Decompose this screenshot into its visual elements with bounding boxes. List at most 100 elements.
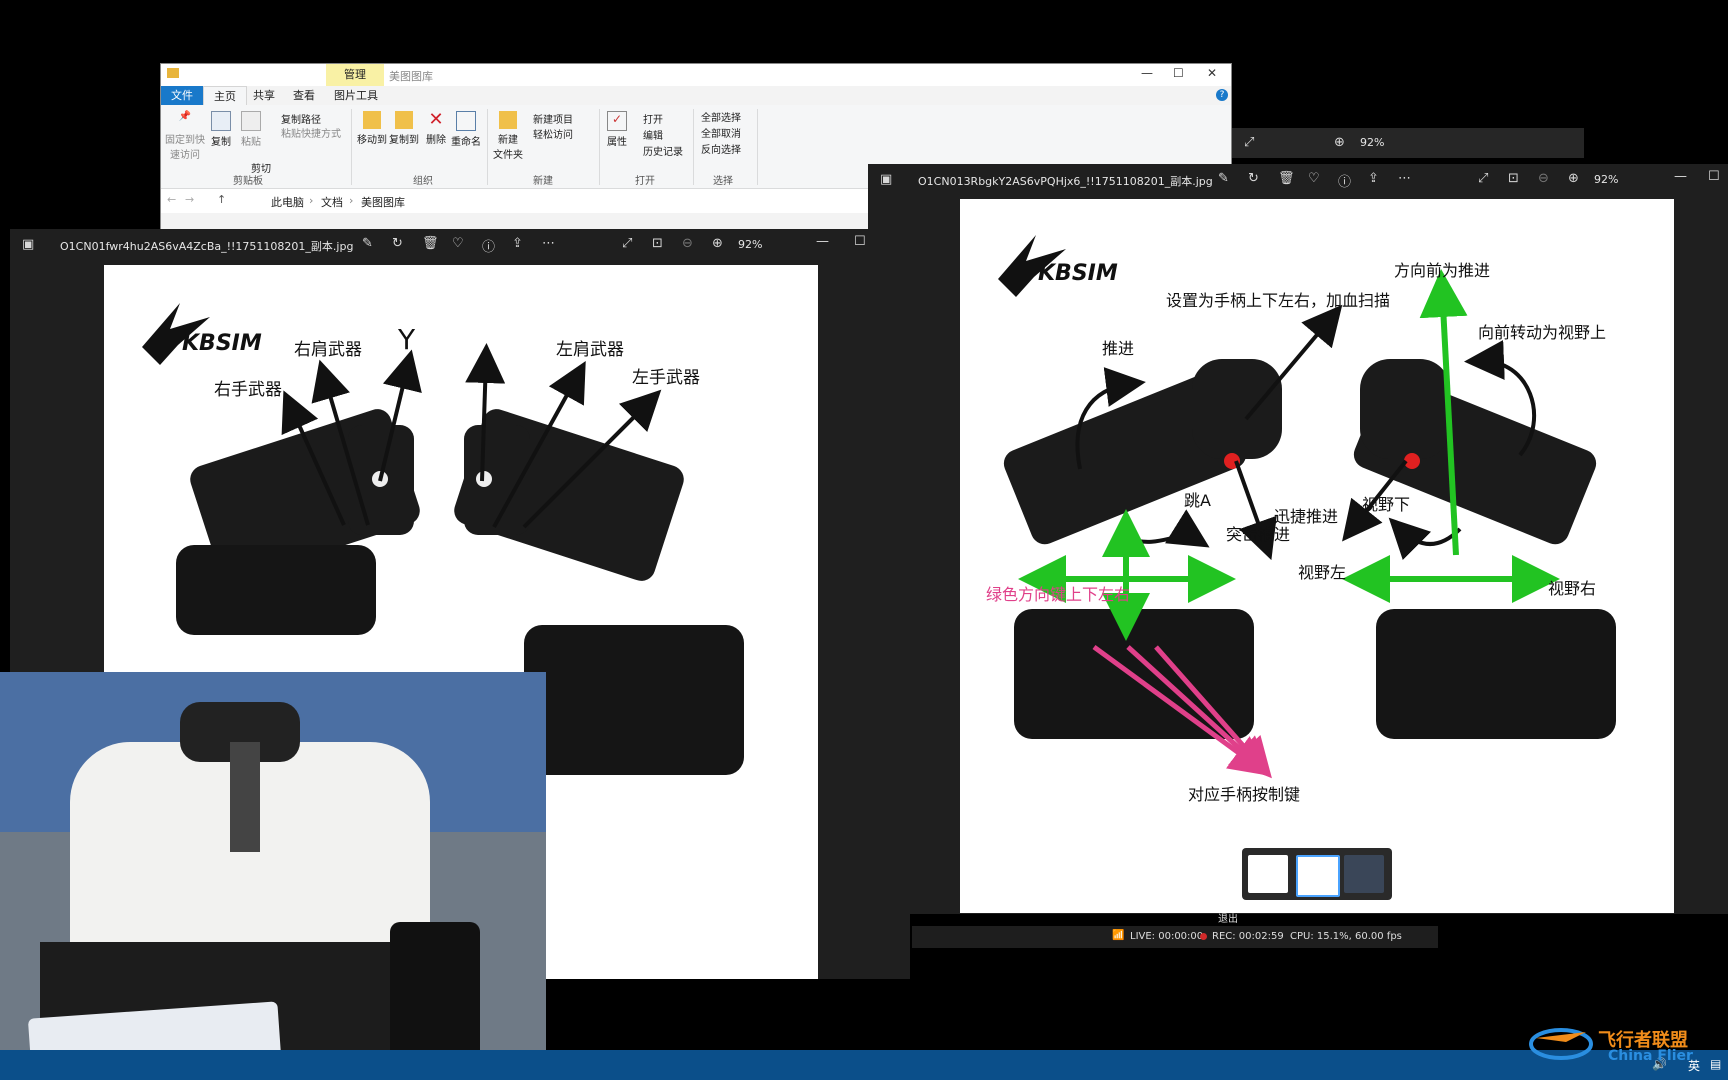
actual-size-icon[interactable]: ⊡ [652,236,663,251]
zoom-out-icon[interactable]: ⊖ [1538,171,1549,186]
taskbar: 🔊 英 ▤ [0,1050,1728,1080]
tab-file[interactable]: 文件 [161,86,203,105]
info-icon[interactable]: ⓘ [482,236,495,255]
rotate-icon[interactable]: ↻ [1248,171,1259,186]
signal-icon: 📶 [1112,930,1125,941]
history-button[interactable]: 历史记录 [643,143,683,158]
tab-home[interactable]: 主页 [203,86,247,106]
weapon-arrows [281,343,662,529]
properties-button[interactable]: ✓ 属性 [603,111,631,148]
delete-icon[interactable]: 🗑 [1278,171,1295,186]
label-forward-rotate: 向前转动为视野上 [1478,323,1607,342]
breadcrumb-pc[interactable]: 此电脑 [271,194,304,210]
heart-icon[interactable]: ♡ [1308,171,1320,186]
fullscreen-icon[interactable]: ⤢ [1244,135,1254,150]
actual-size-icon[interactable]: ⊡ [1508,171,1519,186]
label-green-dpad: 绿色方向键上下左右 [986,585,1131,604]
maximize-icon[interactable]: ☐ [1708,169,1720,184]
rename-icon [456,111,476,131]
label-bottom-keys: 对应手柄按制键 [1188,785,1301,804]
help-icon[interactable]: ? [1216,89,1228,101]
viewer-filename: O1CN01fwr4hu2AS6vA4ZcBa_!!1751108201_副本.… [60,240,354,253]
fullscreen-icon[interactable]: ⤢ [622,236,632,251]
copy-icon [211,111,231,131]
share-icon[interactable]: ⇪ [1368,171,1379,186]
divider [757,109,758,185]
exit-label[interactable]: 退出 [1218,910,1238,925]
more-icon[interactable]: ⋯ [542,236,555,251]
thumbnail-3[interactable] [1344,855,1384,893]
minimize-icon[interactable]: — [816,234,829,249]
label-right-hand-weapon: 右手武器 [214,380,282,400]
minimize-icon[interactable]: — [1674,169,1687,184]
tab-share[interactable]: 共享 [243,86,285,105]
back-arrow-icon[interactable]: ← [167,193,176,206]
context-subtitle: 美图图库 [389,70,433,83]
cpu-fps: CPU: 15.1%, 60.00 fps [1290,931,1402,942]
paste-shortcut-button[interactable]: 粘贴快捷方式 [281,125,341,140]
breadcrumb-docs[interactable]: 文档 [321,194,343,210]
properties-label: 属性 [607,137,627,148]
label-thrust: 推进 [1102,339,1135,358]
zoom-in-icon[interactable]: ⊕ [712,236,723,251]
copy-path-button[interactable]: 复制路径 [281,111,321,126]
divider [599,109,600,185]
clipboard-icon [241,111,261,131]
breadcrumb-gallery[interactable]: 美图图库 [361,194,405,210]
edit-icon[interactable]: ✎ [362,236,373,251]
microphone [230,742,260,852]
copy-label: 复制 [211,137,231,148]
pin-button[interactable]: 📌 固定到快 速访问 [165,111,205,161]
folder-arrow-icon [363,111,381,129]
thumbnail-2[interactable] [1296,855,1340,897]
up-arrow-icon[interactable]: ↑ [217,193,226,206]
maximize-button[interactable]: ☐ [1173,66,1184,80]
divider [487,109,488,185]
rotate-icon[interactable]: ↻ [392,236,403,251]
select-none-button[interactable]: 全部取消 [701,125,741,140]
divider [693,109,694,185]
zoom-in-icon[interactable]: ⊕ [1334,135,1345,150]
label-forward-thrust: 方向前为推进 [1394,261,1491,280]
more-icon[interactable]: ⋯ [1398,171,1411,186]
label-left-shoulder-weapon: 左肩武器 [556,340,624,360]
edit-icon[interactable]: ✎ [1218,171,1229,186]
close-button[interactable]: ✕ [1207,66,1217,80]
zoom-in-icon[interactable]: ⊕ [1568,171,1579,186]
easy-access-button[interactable]: 轻松访问 [533,126,573,141]
copy-button[interactable]: 复制 [207,111,235,148]
copy-to-button[interactable]: 复制到 [389,111,419,146]
paste-label: 粘贴 [241,137,261,148]
paste-button[interactable]: 粘贴 [237,111,265,148]
context-tab-manage[interactable]: 管理 [326,64,384,86]
minimize-button[interactable]: — [1141,66,1153,80]
rename-button[interactable]: 重命名 [451,111,481,148]
rec-timer: REC: 00:02:59 [1212,931,1284,942]
edit-button[interactable]: 编辑 [643,127,663,142]
select-all-button[interactable]: 全部选择 [701,109,741,124]
tab-picture-tools[interactable]: 图片工具 [324,86,388,105]
invert-selection-button[interactable]: 反向选择 [701,141,741,156]
new-folder-button[interactable]: 新建 文件夹 [491,111,525,161]
forward-arrow-icon[interactable]: → [185,193,194,206]
thumbnail-1[interactable] [1248,855,1288,893]
delete-icon[interactable]: 🗑 [422,236,439,251]
zoom-out-icon[interactable]: ⊖ [682,236,693,251]
recording-status-bar: 退出 📶 LIVE: 00:00:00 REC: 00:02:59 CPU: 1… [912,914,1438,948]
watermark-subtitle: China Flier [1608,1048,1693,1064]
maximize-icon[interactable]: ☐ [854,234,866,249]
tab-view[interactable]: 查看 [283,86,325,105]
back-viewer-titlebar: ⤢ ⊕ 92% [1230,128,1584,158]
ribbon-tabs: 文件 主页 共享 查看 图片工具 ? [161,86,1231,106]
new-item-button[interactable]: 新建项目 [533,111,573,126]
folder-icon [167,68,179,78]
delete-button[interactable]: ✕ 删除 [423,111,449,147]
heart-icon[interactable]: ♡ [452,236,464,251]
divider [351,109,352,185]
share-icon[interactable]: ⇪ [512,236,523,251]
delete-label: 删除 [426,135,446,146]
fullscreen-icon[interactable]: ⤢ [1478,171,1488,186]
info-icon[interactable]: ⓘ [1338,171,1351,190]
open-button[interactable]: 打开 [643,111,663,126]
move-to-button[interactable]: 移动到 [357,111,387,146]
